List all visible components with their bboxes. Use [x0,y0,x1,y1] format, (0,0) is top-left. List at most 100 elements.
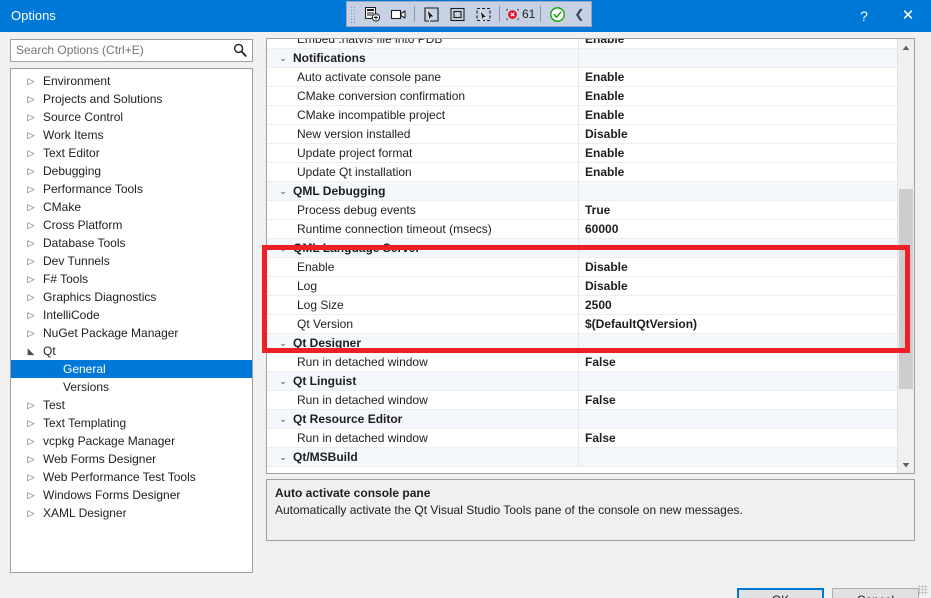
property-row[interactable]: Run in detached windowFalse [267,353,898,372]
sidebar-item-general[interactable]: General [11,360,252,378]
property-row[interactable]: Update Qt installationEnable [267,163,898,182]
sidebar-item-test[interactable]: ▷Test [11,396,252,414]
sidebar-item-performance-tools[interactable]: ▷Performance Tools [11,180,252,198]
sidebar-item-text-templating[interactable]: ▷Text Templating [11,414,252,432]
close-button[interactable]: ✕ [887,0,929,32]
search-icon[interactable] [232,42,248,58]
sidebar-item-work-items[interactable]: ▷Work Items [11,126,252,144]
sidebar-item-xaml-designer[interactable]: ▷XAML Designer [11,504,252,522]
column-divider[interactable] [578,410,579,429]
property-value[interactable]: 2500 [585,296,612,315]
sidebar-item-debugging[interactable]: ▷Debugging [11,162,252,180]
sidebar-item-vcpkg-package-manager[interactable]: ▷vcpkg Package Manager [11,432,252,450]
column-divider[interactable] [578,125,579,144]
column-divider[interactable] [578,87,579,106]
vs-inapp-toolbar[interactable]: 61 ❮ [346,1,592,27]
resize-grip[interactable] [918,585,928,595]
toolbar-drag-grip[interactable] [350,5,357,23]
chevron-down-icon[interactable]: ◢ [25,342,37,360]
chevron-right-icon[interactable]: ▷ [25,198,37,216]
property-value[interactable]: Disable [585,277,628,296]
property-row[interactable]: EnableDisable [267,258,898,277]
property-row[interactable]: Runtime connection timeout (msecs)60000 [267,220,898,239]
property-value[interactable]: Disable [585,258,628,277]
property-category-row[interactable]: ⌄QML Language Server [267,239,898,258]
chevron-down-icon[interactable]: ⌄ [277,334,289,353]
chevron-right-icon[interactable]: ▷ [25,450,37,468]
column-divider[interactable] [578,182,579,201]
sidebar-item-windows-forms-designer[interactable]: ▷Windows Forms Designer [11,486,252,504]
property-grid[interactable]: Embed .natvis file into PDBEnable⌄Notifi… [266,38,915,474]
chevron-down-icon[interactable]: ⌄ [277,239,289,258]
chevron-right-icon[interactable]: ▷ [25,396,37,414]
chevron-right-icon[interactable]: ▷ [25,468,37,486]
scroll-down-arrow-icon[interactable] [898,456,914,473]
property-value[interactable]: False [585,429,616,448]
sidebar-item-f-tools[interactable]: ▷F# Tools [11,270,252,288]
property-row[interactable]: Update project formatEnable [267,144,898,163]
record-video-icon[interactable] [385,3,411,25]
chevron-down-icon[interactable]: ⌄ [277,410,289,429]
ok-button[interactable]: OK [737,588,824,598]
scroll-up-arrow-icon[interactable] [898,39,914,56]
column-divider[interactable] [578,315,579,334]
cancel-button[interactable]: Cancel [832,588,919,598]
column-divider[interactable] [578,372,579,391]
sidebar-item-versions[interactable]: Versions [11,378,252,396]
chevron-right-icon[interactable]: ▷ [25,270,37,288]
sidebar-item-cross-platform[interactable]: ▷Cross Platform [11,216,252,234]
column-divider[interactable] [578,334,579,353]
column-divider[interactable] [578,239,579,258]
check-circle-icon[interactable] [544,3,570,25]
column-divider[interactable] [578,68,579,87]
help-button[interactable]: ? [843,0,885,32]
display-layout-adorner-icon[interactable] [444,3,470,25]
column-divider[interactable] [578,144,579,163]
sidebar-item-graphics-diagnostics[interactable]: ▷Graphics Diagnostics [11,288,252,306]
chevron-right-icon[interactable]: ▷ [25,486,37,504]
property-value[interactable]: False [585,353,616,372]
sidebar-item-database-tools[interactable]: ▷Database Tools [11,234,252,252]
property-value[interactable]: Disable [585,125,628,144]
property-row[interactable]: CMake conversion confirmationEnable [267,87,898,106]
property-row[interactable]: Embed .natvis file into PDBEnable [267,39,898,49]
chevron-right-icon[interactable]: ▷ [25,234,37,252]
sidebar-item-source-control[interactable]: ▷Source Control [11,108,252,126]
column-divider[interactable] [578,220,579,239]
property-row[interactable]: CMake incompatible projectEnable [267,106,898,125]
property-value[interactable]: Enable [585,87,624,106]
property-row[interactable]: Auto activate console paneEnable [267,68,898,87]
column-divider[interactable] [578,258,579,277]
property-value[interactable]: Enable [585,68,624,87]
sidebar-item-web-performance-test-tools[interactable]: ▷Web Performance Test Tools [11,468,252,486]
sidebar-item-environment[interactable]: ▷Environment [11,72,252,90]
sidebar-item-dev-tunnels[interactable]: ▷Dev Tunnels [11,252,252,270]
chevron-right-icon[interactable]: ▷ [25,144,37,162]
property-category-row[interactable]: ⌄Qt Resource Editor [267,410,898,429]
column-divider[interactable] [578,106,579,125]
sidebar-item-qt[interactable]: ◢Qt [11,342,252,360]
property-value[interactable]: Enable [585,106,624,125]
chevron-right-icon[interactable]: ▷ [25,90,37,108]
property-category-row[interactable]: ⌄QML Debugging [267,182,898,201]
options-category-tree[interactable]: ▷Environment▷Projects and Solutions▷Sour… [10,68,253,573]
select-element-icon[interactable] [418,3,444,25]
chevron-right-icon[interactable]: ▷ [25,414,37,432]
property-row[interactable]: Run in detached windowFalse [267,429,898,448]
chevron-right-icon[interactable]: ▷ [25,216,37,234]
chevron-right-icon[interactable]: ▷ [25,324,37,342]
column-divider[interactable] [578,391,579,410]
sidebar-item-web-forms-designer[interactable]: ▷Web Forms Designer [11,450,252,468]
property-row[interactable]: Process debug eventsTrue [267,201,898,220]
property-row[interactable]: Log Size2500 [267,296,898,315]
property-value[interactable]: Enable [585,144,624,163]
property-value[interactable]: Enable [585,163,624,182]
property-row[interactable]: Run in detached windowFalse [267,391,898,410]
search-input[interactable] [16,40,221,61]
property-row[interactable]: LogDisable [267,277,898,296]
chevron-right-icon[interactable]: ▷ [25,108,37,126]
chevron-right-icon[interactable]: ▷ [25,252,37,270]
sidebar-item-nuget-package-manager[interactable]: ▷NuGet Package Manager [11,324,252,342]
live-visual-tree-icon[interactable] [359,3,385,25]
column-divider[interactable] [578,296,579,315]
